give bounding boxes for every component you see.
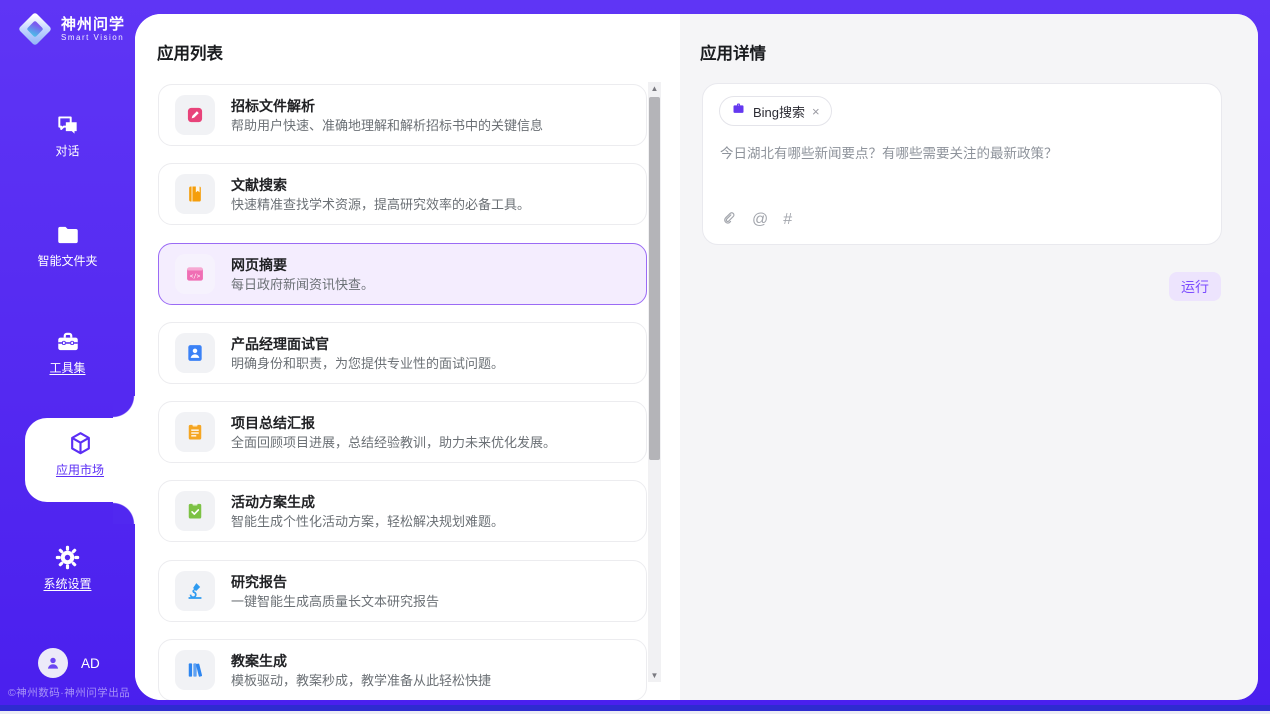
app-card-project-summary[interactable]: 项目总结汇报 全面回顾项目进展，总结经验教训，助力未来优化发展。: [158, 401, 647, 463]
sidebar-item-label: 系统设置: [0, 575, 135, 592]
scrollbar-up-icon[interactable]: ▲: [648, 82, 661, 95]
brand-subtitle: Smart Vision: [61, 33, 125, 42]
sidebar-item-toolset[interactable]: 工具集: [0, 329, 135, 376]
sidebar-item-smart-folder[interactable]: 智能文件夹: [0, 222, 135, 269]
sidebar-item-label: 智能文件夹: [0, 252, 135, 269]
sidebar-item-label: 工具集: [0, 359, 135, 376]
at-icon[interactable]: @: [752, 211, 768, 229]
app-desc: 模板驱动，教案秒成，教学准备从此轻松快捷: [231, 671, 491, 690]
tool-chip-bing-search[interactable]: Bing搜索 ×: [719, 96, 832, 126]
app-card-literature-search[interactable]: 文献搜索 快速精准查找学术资源，提高研究效率的必备工具。: [158, 163, 647, 225]
paperclip-icon[interactable]: [720, 209, 737, 231]
copyright-text: ©神州数码·神州问学出品: [8, 685, 130, 700]
app-desc: 每日政府新闻资讯快查。: [231, 275, 374, 294]
app-desc: 明确身份和职责，为您提供专业性的面试问题。: [231, 354, 504, 373]
svg-text:</>: </>: [190, 274, 201, 280]
app-card-lesson-plan[interactable]: 教案生成 模板驱动，教案秒成，教学准备从此轻松快捷: [158, 639, 647, 700]
user-account[interactable]: AD: [38, 648, 100, 678]
app-window: 神州问学 Smart Vision 对话 智能文件夹: [0, 0, 1270, 714]
user-name: AD: [81, 656, 100, 671]
research-icon: [175, 571, 215, 611]
app-name: 产品经理面试官: [231, 334, 504, 354]
main-content: 应用列表 招标文件解析 帮助用户快速、准确地理解和解析招标书中的关键信息 文献搜…: [135, 14, 1258, 700]
tool-chip-label: Bing搜索: [753, 102, 805, 121]
plan-icon: [175, 491, 215, 531]
app-card-pm-interviewer[interactable]: 产品经理面试官 明确身份和职责，为您提供专业性的面试问题。: [158, 322, 647, 384]
app-desc: 智能生成个性化活动方案，轻松解决规划难题。: [231, 512, 504, 531]
interview-icon: [175, 333, 215, 373]
app-name: 文献搜索: [231, 175, 530, 195]
sidebar-item-label: 对话: [0, 142, 135, 159]
scrollbar-down-icon[interactable]: ▼: [648, 669, 661, 682]
brand-name: 神州问学: [61, 16, 125, 33]
query-input[interactable]: 今日湖北有哪些新闻要点？有哪些需要关注的最新政策？: [720, 144, 1206, 164]
app-desc: 一键智能生成高质量长文本研究报告: [231, 592, 439, 611]
app-detail-title: 应用详情: [700, 40, 766, 64]
app-list-panel: 应用列表 招标文件解析 帮助用户快速、准确地理解和解析招标书中的关键信息 文献搜…: [135, 14, 680, 700]
toolbox-icon: [0, 329, 135, 355]
app-name: 研究报告: [231, 572, 439, 592]
app-card-bid-parse[interactable]: 招标文件解析 帮助用户快速、准确地理解和解析招标书中的关键信息: [158, 84, 647, 146]
summary-icon: [175, 412, 215, 452]
book-icon: [175, 174, 215, 214]
app-list-title: 应用列表: [157, 40, 223, 64]
hash-icon[interactable]: #: [783, 211, 792, 229]
app-name: 项目总结汇报: [231, 413, 556, 433]
cube-icon: [25, 430, 135, 457]
lesson-icon: [175, 650, 215, 690]
chat-icon: [0, 112, 135, 138]
attachment-toolbar: @ #: [720, 209, 792, 231]
list-scrollbar[interactable]: ▲ ▼: [648, 82, 661, 682]
diamond-logo-icon: [18, 12, 52, 46]
sidebar-item-label: 应用市场: [25, 461, 135, 478]
sidebar-item-settings[interactable]: 系统设置: [0, 544, 135, 592]
app-desc: 帮助用户快速、准确地理解和解析招标书中的关键信息: [231, 116, 543, 135]
app-name: 活动方案生成: [231, 492, 504, 512]
folder-icon: [0, 222, 135, 248]
briefcase-icon: [731, 101, 746, 121]
sidebar-item-app-market[interactable]: 应用市场: [25, 418, 135, 502]
gear-icon: [0, 544, 135, 571]
app-name: 网页摘要: [231, 255, 374, 275]
app-desc: 全面回顾项目进展，总结经验教训，助力未来优化发展。: [231, 433, 556, 452]
run-button[interactable]: 运行: [1169, 272, 1221, 301]
brand-logo: 神州问学 Smart Vision: [18, 12, 125, 46]
app-name: 教案生成: [231, 651, 491, 671]
app-detail-panel: 应用详情 Bing搜索 × 今日湖北有哪些新闻要点？有哪些需要关注的最新政策？: [680, 14, 1258, 700]
app-name: 招标文件解析: [231, 96, 543, 116]
app-card-research-report[interactable]: 研究报告 一键智能生成高质量长文本研究报告: [158, 560, 647, 622]
chip-close-icon[interactable]: ×: [812, 105, 820, 118]
app-card-web-summary[interactable]: </> 网页摘要 每日政府新闻资讯快查。: [158, 243, 647, 305]
user-avatar-icon: [38, 648, 68, 678]
bid-doc-icon: [175, 95, 215, 135]
app-desc: 快速精准查找学术资源，提高研究效率的必备工具。: [231, 195, 530, 214]
scrollbar-thumb[interactable]: [649, 97, 660, 460]
webpage-icon: </>: [175, 254, 215, 294]
app-card-event-plan[interactable]: 活动方案生成 智能生成个性化活动方案，轻松解决规划难题。: [158, 480, 647, 542]
prompt-card: Bing搜索 × 今日湖北有哪些新闻要点？有哪些需要关注的最新政策？ @ #: [702, 83, 1222, 245]
sidebar-item-chat[interactable]: 对话: [0, 112, 135, 159]
sidebar: 神州问学 Smart Vision 对话 智能文件夹: [0, 0, 135, 700]
